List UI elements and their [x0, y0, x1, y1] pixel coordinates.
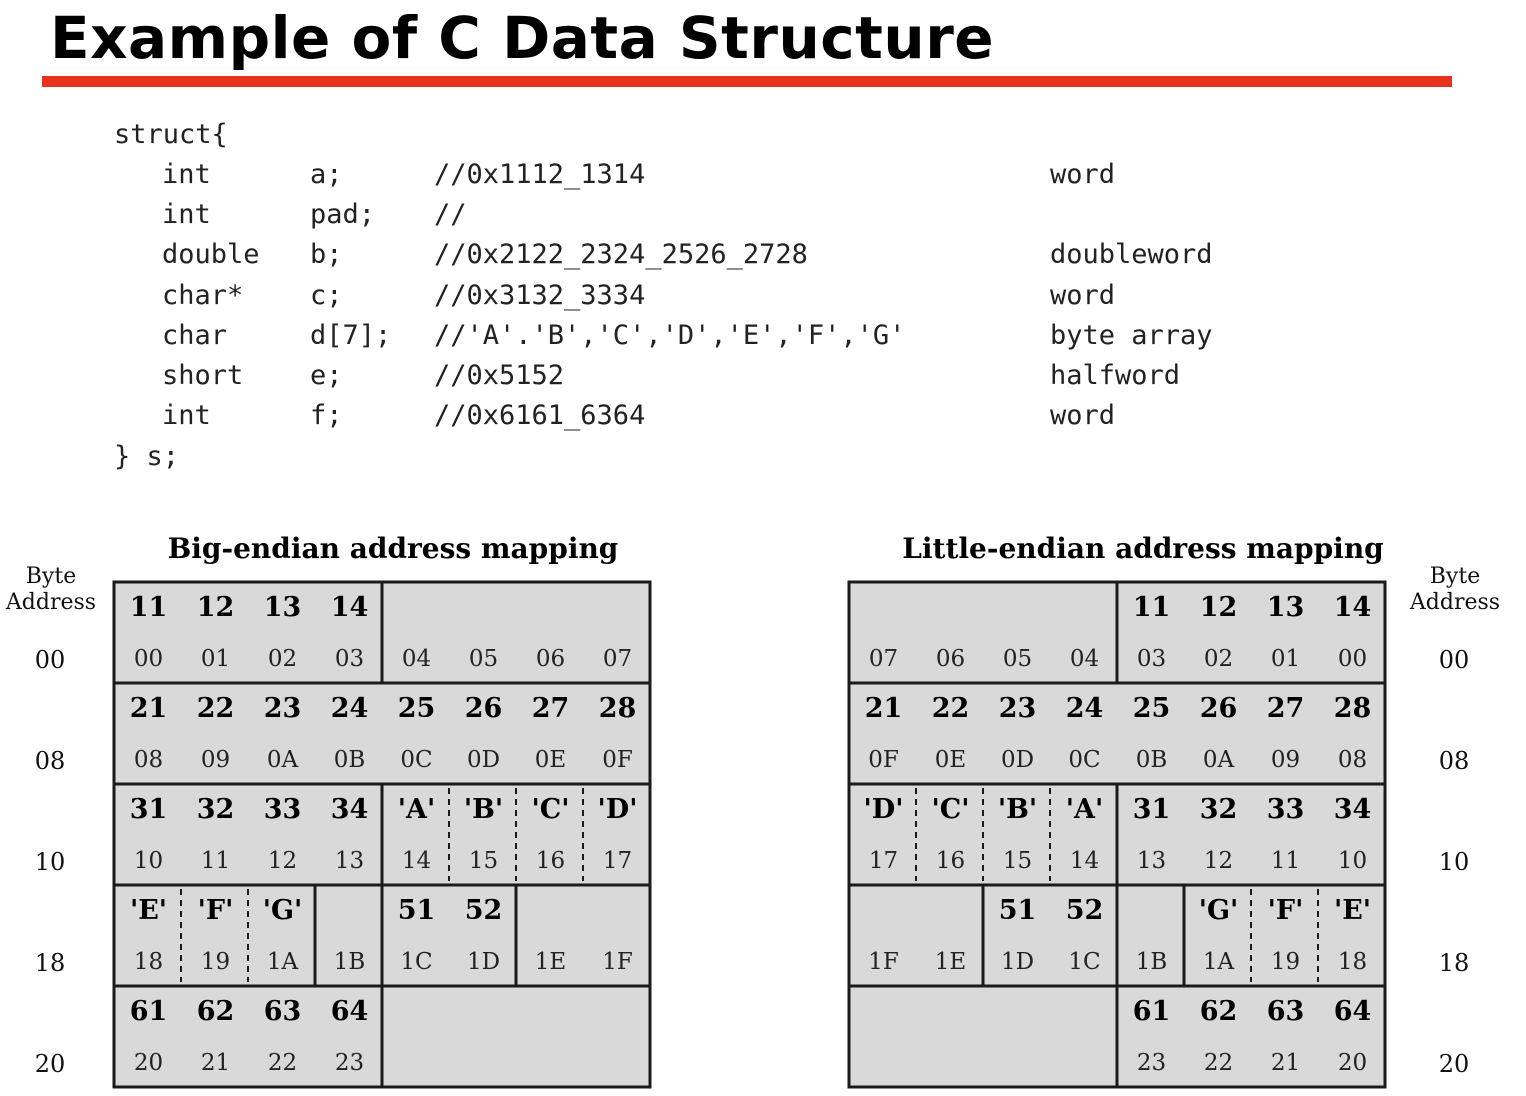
little-endian-cell-value: 33: [1266, 794, 1305, 825]
little-endian-cell-value: 'A': [1065, 794, 1104, 825]
little-endian-cell-value: 31: [1132, 794, 1171, 825]
little-endian-cell-address: 15: [1002, 848, 1033, 874]
little-endian-cell-value: 11: [1132, 592, 1171, 623]
little-endian-cell-value: 27: [1266, 693, 1305, 724]
little-endian-cell-value: 'E': [1333, 895, 1372, 926]
little-endian-cell-address: 0D: [1000, 747, 1035, 773]
little-endian-cell-address: 07: [868, 646, 899, 672]
little-endian-cell-value: 62: [1199, 996, 1238, 1027]
little-endian-cell-address: 21: [1270, 1050, 1301, 1076]
little-endian-cell-value: 51: [998, 895, 1037, 926]
little-endian-cell-address: 08: [1337, 747, 1368, 773]
little-endian-cell-address: 17: [868, 848, 899, 874]
little-endian-cell-value: 32: [1199, 794, 1238, 825]
little-endian-cell-address: 20: [1337, 1050, 1368, 1076]
little-endian-cell-value: 21: [864, 693, 903, 724]
little-endian-cell-address: 05: [1002, 646, 1033, 672]
little-endian-cell-address: 23: [1136, 1050, 1167, 1076]
little-endian-cell-address: 14: [1069, 848, 1100, 874]
little-endian-cell-address: 10: [1337, 848, 1368, 874]
little-endian-cell-address: 01: [1270, 646, 1301, 672]
little-endian-cell-address: 0C: [1068, 747, 1101, 773]
little-endian-cell-value: 24: [1065, 693, 1104, 724]
little-endian-cell-address: 12: [1203, 848, 1234, 874]
little-endian-cell-address: 1E: [934, 949, 967, 975]
little-endian-cell-address: 0B: [1135, 747, 1168, 773]
little-endian-cell-address: 11: [1270, 848, 1301, 874]
little-endian-row-address: 18: [1438, 949, 1470, 977]
little-endian-grid: [847, 580, 1387, 1089]
little-endian-cell-address: 03: [1136, 646, 1167, 672]
little-endian-cell-address: 18: [1337, 949, 1368, 975]
little-endian-cell-value: 23: [998, 693, 1037, 724]
little-endian-cell-address: 06: [935, 646, 966, 672]
little-endian-cell-value: 14: [1333, 592, 1372, 623]
little-endian-row-address: 10: [1438, 848, 1470, 876]
little-endian-cell-value: 63: [1266, 996, 1305, 1027]
little-endian-cell-value: 'B': [997, 794, 1038, 825]
little-endian-cell-value: 61: [1132, 996, 1171, 1027]
little-endian-row-address: 00: [1438, 646, 1470, 674]
little-endian-cell-address: 00: [1337, 646, 1368, 672]
little-endian-cell-value: 'C': [931, 794, 970, 825]
little-endian-cell-value: 34: [1333, 794, 1372, 825]
little-endian-cell-value: 'F': [1267, 895, 1304, 926]
little-endian-cell-value: 22: [931, 693, 970, 724]
little-endian-cell-address: 1B: [1135, 949, 1168, 975]
little-endian-cell-address: 0E: [934, 747, 967, 773]
little-endian-cell-value: 26: [1199, 693, 1238, 724]
little-endian-cell-address: 0A: [1202, 747, 1235, 773]
little-endian-cell-value: 'G': [1198, 895, 1239, 926]
little-endian-cell-value: 64: [1333, 996, 1372, 1027]
little-endian-cell-address: 04: [1069, 646, 1100, 672]
little-endian-cell-value: 25: [1132, 693, 1171, 724]
little-endian-cell-address: 02: [1203, 646, 1234, 672]
little-endian-cell-address: 1A: [1202, 949, 1235, 975]
little-endian-cell-value: 52: [1065, 895, 1104, 926]
little-endian-cell-value: 'D': [863, 794, 904, 825]
little-endian-cell-address: 0F: [868, 747, 899, 773]
little-endian-cell-address: 1F: [868, 949, 899, 975]
little-endian-cell-address: 09: [1270, 747, 1301, 773]
little-endian-cell-address: 16: [935, 848, 966, 874]
little-endian-cell-address: 22: [1203, 1050, 1234, 1076]
little-endian-row-address: 08: [1438, 747, 1470, 775]
little-endian-cell-value: 13: [1266, 592, 1305, 623]
little-endian-cell-value: 28: [1333, 693, 1372, 724]
little-endian-cell-address: 1C: [1068, 949, 1101, 975]
little-endian-cell-value: 12: [1199, 592, 1238, 623]
little-endian-row-address: 20: [1438, 1050, 1470, 1078]
little-endian-cell-address: 1D: [1000, 949, 1035, 975]
little-endian-cell-address: 13: [1136, 848, 1167, 874]
little-endian-cell-address: 19: [1270, 949, 1301, 975]
